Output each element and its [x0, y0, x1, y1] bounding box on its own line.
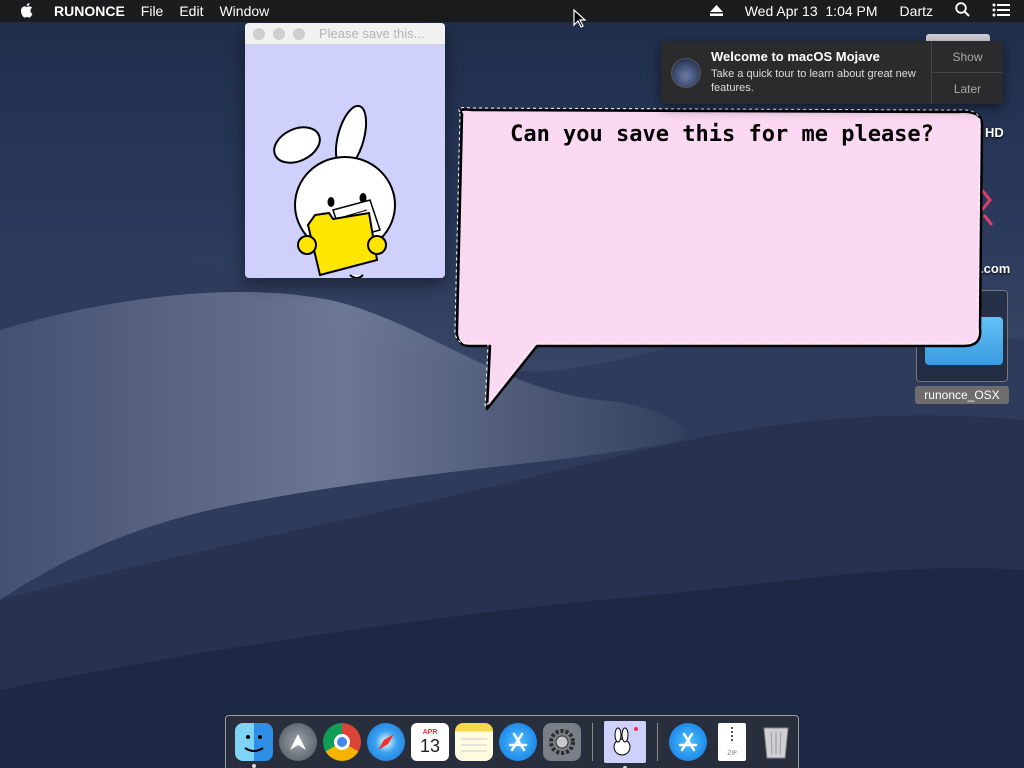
notification-title: Welcome to macOS Mojave: [711, 49, 880, 64]
close-button[interactable]: [253, 27, 265, 40]
downloads-app-store-icon[interactable]: [669, 723, 707, 761]
edit-menu[interactable]: Edit: [179, 3, 203, 19]
mouse-cursor-icon: [573, 9, 587, 28]
trash-icon[interactable]: [757, 723, 795, 761]
system-preferences-icon[interactable]: [543, 723, 581, 761]
notes-icon[interactable]: [455, 723, 493, 761]
window-menu[interactable]: Window: [219, 3, 269, 19]
speech-bubble: Can you save this for me please?: [452, 104, 992, 416]
dock-separator: [657, 723, 658, 761]
zip-file-icon[interactable]: ZIP: [718, 723, 746, 761]
app-store-icon[interactable]: [499, 723, 537, 761]
safari-icon[interactable]: [367, 723, 405, 761]
dock: APR 13 ZIP: [225, 715, 799, 768]
calendar-month: APR: [422, 728, 438, 736]
menu-bar: RUNONCE File Edit Window Wed Apr 13 1:04…: [0, 0, 1024, 22]
svg-text:ZIP: ZIP: [727, 750, 737, 757]
runonce-window[interactable]: Please save this...: [245, 23, 445, 278]
launchpad-icon[interactable]: [279, 723, 317, 761]
notification-actions: Show Later: [931, 41, 1003, 104]
clock[interactable]: Wed Apr 13 1:04 PM: [745, 3, 878, 19]
runonce-icon[interactable]: [604, 721, 646, 768]
minimize-button[interactable]: [273, 27, 285, 40]
notification-message: Take a quick tour to learn about great n…: [711, 68, 916, 94]
user-menu[interactable]: Dartz: [900, 3, 933, 19]
speech-bubble-text: Can you save this for me please?: [510, 122, 934, 147]
bunny-holding-folder-illustration: [273, 104, 396, 278]
notification-later-button[interactable]: Later: [932, 73, 1003, 104]
finder-icon[interactable]: [235, 723, 273, 768]
notification-center-icon[interactable]: [992, 3, 1010, 20]
app-menu[interactable]: RUNONCE: [54, 3, 125, 19]
mojave-notification[interactable]: Welcome to macOS Mojave Take a quick tou…: [661, 41, 1003, 104]
eject-icon[interactable]: [709, 3, 723, 19]
calendar-day: 13: [419, 735, 441, 756]
notification-show-button[interactable]: Show: [932, 41, 1003, 73]
dock-separator: [592, 723, 593, 761]
file-menu[interactable]: File: [141, 3, 164, 19]
spotlight-search-icon[interactable]: [955, 2, 970, 20]
mojave-icon: [671, 58, 701, 88]
running-indicator: [252, 764, 256, 768]
window-title: Please save this...: [319, 26, 425, 41]
window-titlebar[interactable]: Please save this...: [245, 23, 445, 45]
chrome-icon[interactable]: [323, 723, 361, 761]
notification-body[interactable]: Welcome to macOS Mojave Take a quick tou…: [711, 41, 931, 104]
speech-bubble-shape: [454, 107, 984, 411]
zoom-button[interactable]: [293, 27, 305, 40]
apple-menu-icon[interactable]: [0, 2, 54, 21]
calendar-icon[interactable]: APR 13: [411, 723, 449, 761]
